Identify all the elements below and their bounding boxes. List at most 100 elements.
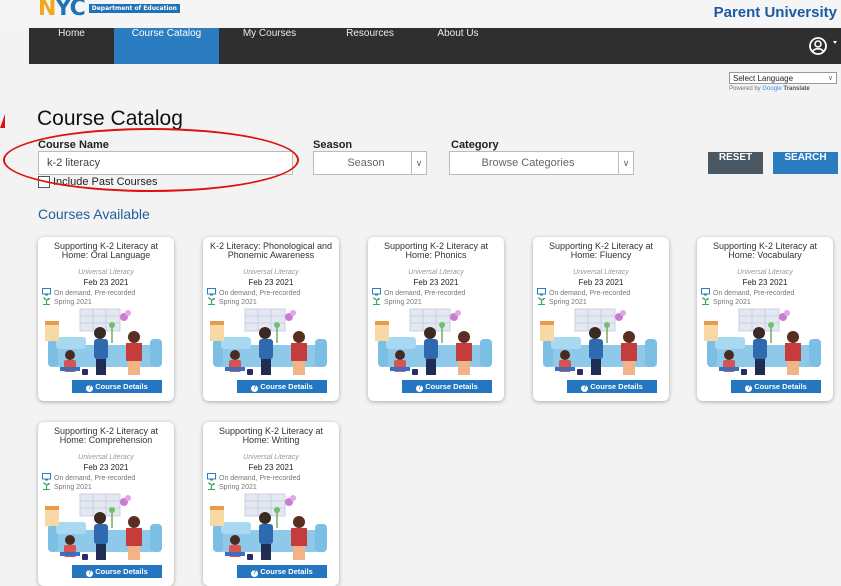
category-select[interactable]: Browse Categories ∨ <box>449 151 634 175</box>
course-card-season-text: Spring 2021 <box>549 298 587 306</box>
include-past-courses[interactable]: Include Past Courses <box>38 176 158 188</box>
course-card-date: Feb 23 2021 <box>248 278 294 287</box>
course-card-title[interactable]: K-2 Literacy: Phonological and Phonemic … <box>207 242 335 260</box>
question-icon: ? <box>416 385 424 392</box>
course-details-button[interactable]: ? Course Details <box>72 565 162 578</box>
course-card[interactable]: Supporting K-2 Literacy at Home: Vocabul… <box>697 237 833 401</box>
course-card[interactable]: Supporting K-2 Literacy at Home: Fluency… <box>533 237 669 401</box>
course-card-season-text: Spring 2021 <box>219 483 257 491</box>
course-card-season: Spring 2021 <box>372 297 422 307</box>
google-word: Google <box>762 86 782 92</box>
course-card-category: Universal Literacy <box>243 269 299 276</box>
powered-by-text: Powered by <box>729 86 761 92</box>
reset-button[interactable]: RESET <box>708 152 763 174</box>
course-card-season: Spring 2021 <box>207 482 257 492</box>
course-card-season-text: Spring 2021 <box>54 298 92 306</box>
course-name-input[interactable]: k-2 literacy <box>38 151 293 175</box>
course-details-button[interactable]: ? Course Details <box>402 380 492 393</box>
course-card-season-text: Spring 2021 <box>54 483 92 491</box>
course-card[interactable]: Supporting K-2 Literacy at Home: Writing… <box>203 422 339 586</box>
question-icon: ? <box>251 570 259 577</box>
course-card-category: Universal Literacy <box>243 454 299 461</box>
translate-word[interactable]: Translate <box>783 86 809 92</box>
course-card-mode-text: On demand, Pre-recorded <box>219 474 301 482</box>
course-card-season: Spring 2021 <box>701 297 751 307</box>
family-illustration <box>537 307 665 379</box>
main-nav: Home Course Catalog My Courses Resources… <box>29 28 841 64</box>
question-icon: ? <box>251 385 259 392</box>
course-card-title[interactable]: Supporting K-2 Literacy at Home: Phonics <box>372 242 500 260</box>
logo-department-text: Department of Education <box>88 4 180 13</box>
season-select-value: Season <box>347 157 385 169</box>
course-card[interactable]: Supporting K-2 Literacy at Home: Oral La… <box>38 237 174 401</box>
plant-icon <box>537 297 546 307</box>
category-label: Category <box>451 139 499 151</box>
course-name-label: Course Name <box>38 139 109 151</box>
course-card[interactable]: K-2 Literacy: Phonological and Phonemic … <box>203 237 339 401</box>
course-card-title[interactable]: Supporting K-2 Literacy at Home: Vocabul… <box>701 242 829 260</box>
plant-icon <box>372 297 381 307</box>
course-card-category: Universal Literacy <box>78 269 134 276</box>
family-illustration <box>701 307 829 379</box>
language-select[interactable]: Select Language ∨ <box>729 72 837 84</box>
plant-icon <box>42 482 51 492</box>
course-card-mode-text: On demand, Pre-recorded <box>54 289 136 297</box>
course-card-season-text: Spring 2021 <box>713 298 751 306</box>
course-card-date: Feb 23 2021 <box>413 278 459 287</box>
search-button[interactable]: SEARCH <box>773 152 838 174</box>
annotation-mark <box>0 114 5 128</box>
course-card-date: Feb 23 2021 <box>248 463 294 472</box>
course-details-button[interactable]: ? Course Details <box>72 380 162 393</box>
courses-available-heading: Courses Available <box>38 206 150 222</box>
question-icon: ? <box>86 570 94 577</box>
course-card-date: Feb 23 2021 <box>742 278 788 287</box>
course-details-button[interactable]: ? Course Details <box>567 380 657 393</box>
chevron-down-icon: ∨ <box>827 75 833 82</box>
course-card-category: Universal Literacy <box>737 269 793 276</box>
nav-course-catalog[interactable]: Course Catalog <box>114 28 219 64</box>
nyc-doe-logo[interactable]: NYC Department of Education <box>38 0 180 21</box>
user-circle-icon[interactable] <box>808 36 828 56</box>
chevron-down-icon: ∨ <box>618 152 633 174</box>
season-label: Season <box>313 139 353 151</box>
course-details-button[interactable]: ? Course Details <box>731 380 821 393</box>
question-icon: ? <box>581 385 589 392</box>
course-card-mode-text: On demand, Pre-recorded <box>54 474 136 482</box>
course-card[interactable]: Supporting K-2 Literacy at Home: Phonics… <box>368 237 504 401</box>
course-card-title[interactable]: Supporting K-2 Literacy at Home: Oral La… <box>42 242 170 260</box>
nav-resources[interactable]: Resources <box>335 28 405 64</box>
course-details-button[interactable]: ? Course Details <box>237 565 327 578</box>
course-details-label: Course Details <box>754 382 807 391</box>
user-menu-caret-icon[interactable] <box>833 41 837 44</box>
nav-my-courses[interactable]: My Courses <box>232 28 307 64</box>
category-select-value: Browse Categories <box>481 157 575 169</box>
course-card-date: Feb 23 2021 <box>578 278 624 287</box>
question-icon: ? <box>86 385 94 392</box>
question-icon: ? <box>745 385 753 392</box>
family-illustration <box>42 492 170 564</box>
chevron-down-icon: ∨ <box>411 152 426 174</box>
page-title: Course Catalog <box>37 107 183 130</box>
course-card[interactable]: Supporting K-2 Literacy at Home: Compreh… <box>38 422 174 586</box>
include-past-checkbox[interactable] <box>38 176 50 188</box>
family-illustration <box>207 492 335 564</box>
course-card-date: Feb 23 2021 <box>83 463 129 472</box>
plant-icon <box>207 297 216 307</box>
brand-title[interactable]: Parent University <box>714 4 837 21</box>
nav-about-us[interactable]: About Us <box>428 28 488 64</box>
course-card-title[interactable]: Supporting K-2 Literacy at Home: Compreh… <box>42 427 170 445</box>
course-card-season: Spring 2021 <box>42 482 92 492</box>
course-details-label: Course Details <box>425 382 478 391</box>
course-card-title[interactable]: Supporting K-2 Literacy at Home: Fluency <box>537 242 665 260</box>
course-details-label: Course Details <box>95 567 148 576</box>
course-card-season: Spring 2021 <box>42 297 92 307</box>
nav-home[interactable]: Home <box>29 28 114 64</box>
course-card-title[interactable]: Supporting K-2 Literacy at Home: Writing <box>207 427 335 445</box>
course-details-label: Course Details <box>260 382 313 391</box>
season-select[interactable]: Season ∨ <box>313 151 427 175</box>
course-card-mode-text: On demand, Pre-recorded <box>549 289 631 297</box>
course-details-button[interactable]: ? Course Details <box>237 380 327 393</box>
family-illustration <box>372 307 500 379</box>
course-card-mode-text: On demand, Pre-recorded <box>384 289 466 297</box>
course-card-category: Universal Literacy <box>78 454 134 461</box>
